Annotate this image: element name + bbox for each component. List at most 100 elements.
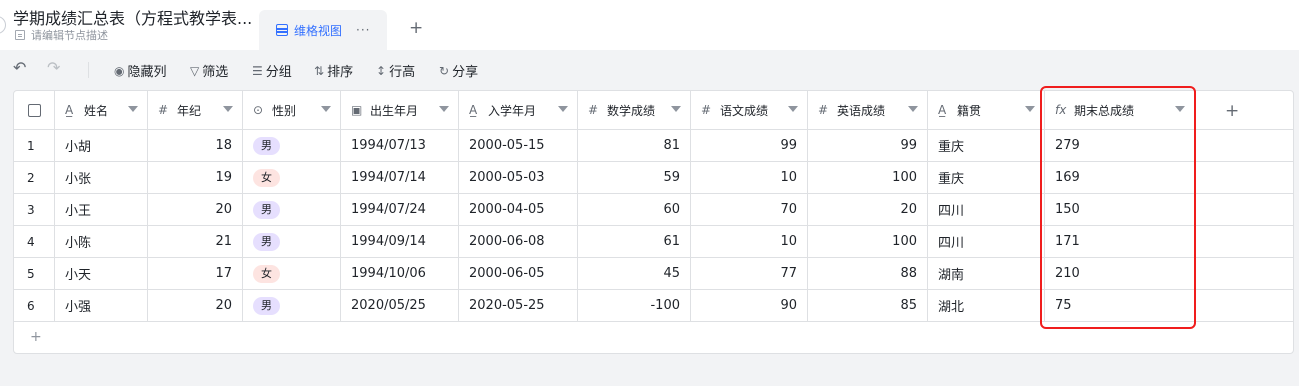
table-cell-english[interactable]: 100 [808,162,928,194]
sort-button[interactable]: ⇅ 排序 [314,61,353,81]
table-cell-gender[interactable]: 女 [243,258,341,290]
table-cell-enroll[interactable]: 2000-05-15 [459,130,578,162]
table-cell-enroll[interactable]: 2000-05-03 [459,162,578,194]
table-cell-chinese[interactable]: 99 [691,130,808,162]
collapse-toggle-icon[interactable] [0,16,6,34]
table-cell-age[interactable]: 17 [148,258,243,290]
table-cell-chinese[interactable]: 70 [691,194,808,226]
table-cell-enroll[interactable]: 2000-06-08 [459,226,578,258]
chevron-down-icon[interactable] [671,106,681,112]
table-cell-birth[interactable]: 2020/05/25 [341,290,459,322]
column-header-math[interactable]: # 数学成绩 [578,91,691,130]
filter-icon: ▽ [190,63,200,78]
table-cell-enroll[interactable]: 2000-06-05 [459,258,578,290]
table-cell-math[interactable]: -100 [578,290,691,322]
table-cell-english[interactable]: 20 [808,194,928,226]
chevron-down-icon[interactable] [558,106,568,112]
chevron-down-icon[interactable] [1025,106,1035,112]
chevron-down-icon[interactable] [908,106,918,112]
table-cell-birth[interactable]: 1994/07/24 [341,194,459,226]
table-cell-idx[interactable]: 5 [14,258,55,290]
table-cell-chinese[interactable]: 77 [691,258,808,290]
select-all-checkbox[interactable] [27,103,41,117]
filter-button[interactable]: ▽ 筛选 [190,61,228,81]
tab-more-icon[interactable]: ··· [356,23,370,37]
table-cell-english[interactable]: 85 [808,290,928,322]
column-header-age[interactable]: # 年纪 [148,91,243,130]
share-button[interactable]: ↻ 分享 [439,61,478,81]
table-cell-gender[interactable]: 女 [243,162,341,194]
hide-columns-label: 隐藏列 [127,65,167,80]
hide-columns-button[interactable]: ◉ 隐藏列 [114,61,167,81]
column-header-name[interactable]: A̲ 姓名 [55,91,148,130]
table-cell-enroll[interactable]: 2020-05-25 [459,290,578,322]
node-description[interactable]: 请编辑节点描述 [15,27,108,43]
table-cell-chinese[interactable]: 10 [691,226,808,258]
column-header-english[interactable]: # 英语成绩 [808,91,928,130]
chevron-down-icon[interactable] [439,106,449,112]
table-cell-name[interactable]: 小张 [55,162,148,194]
table-cell-name[interactable]: 小强 [55,290,148,322]
column-label: 英语成绩 [837,103,886,118]
table-cell-hometown[interactable]: 湖北 [928,290,1045,322]
table-cell-gender[interactable]: 男 [243,130,341,162]
select-all-header[interactable] [14,91,55,130]
tab-grid-view[interactable]: 维格视图 ··· [259,10,387,50]
table-cell-birth[interactable]: 1994/10/06 [341,258,459,290]
redo-icon[interactable]: ↷ [47,58,60,77]
undo-icon[interactable]: ↶ [13,58,26,77]
table-cell-english[interactable]: 99 [808,130,928,162]
column-header-enroll[interactable]: A̲ 入学年月 [459,91,578,130]
group-button[interactable]: ☰ 分组 [252,61,292,81]
table-cell-math[interactable]: 45 [578,258,691,290]
table-cell-name[interactable]: 小陈 [55,226,148,258]
table-cell-idx[interactable]: 1 [14,130,55,162]
table-cell-hometown[interactable]: 四川 [928,194,1045,226]
chevron-down-icon[interactable] [223,106,233,112]
column-header-gender[interactable]: ⊙ 性别 [243,91,341,130]
table-cell-idx[interactable]: 2 [14,162,55,194]
table-cell-idx[interactable]: 3 [14,194,55,226]
add-row-button[interactable]: + [30,329,42,345]
table-cell-chinese[interactable]: 90 [691,290,808,322]
chevron-down-icon[interactable] [321,106,331,112]
chevron-down-icon[interactable] [128,106,138,112]
table-cell-english[interactable]: 88 [808,258,928,290]
table-cell-age[interactable]: 20 [148,194,243,226]
row-height-button[interactable]: ↕ 行高 [376,61,415,81]
table-cell-age[interactable]: 19 [148,162,243,194]
table-cell-age[interactable]: 20 [148,290,243,322]
table-cell-gender[interactable]: 男 [243,194,341,226]
table-cell-name[interactable]: 小天 [55,258,148,290]
table-cell-chinese[interactable]: 10 [691,162,808,194]
table-cell-birth[interactable]: 1994/07/14 [341,162,459,194]
column-header-chinese[interactable]: # 语文成绩 [691,91,808,130]
text-field-icon: A̲ [938,103,947,117]
table-cell-math[interactable]: 59 [578,162,691,194]
column-header-birth[interactable]: ▣ 出生年月 [341,91,459,130]
table-cell-hometown[interactable]: 四川 [928,226,1045,258]
add-view-button[interactable]: + [409,18,423,38]
table-cell-hometown[interactable]: 重庆 [928,130,1045,162]
table-cell-idx[interactable]: 6 [14,290,55,322]
table-cell-hometown[interactable]: 湖南 [928,258,1045,290]
table-cell-hometown[interactable]: 重庆 [928,162,1045,194]
column-header-hometown[interactable]: A̲ 籍贯 [928,91,1045,130]
table-cell-idx[interactable]: 4 [14,226,55,258]
table-cell-math[interactable]: 81 [578,130,691,162]
table-cell-enroll[interactable]: 2000-04-05 [459,194,578,226]
table-cell-age[interactable]: 21 [148,226,243,258]
add-column-button[interactable]: + [1225,101,1239,121]
page-title[interactable]: 学期成绩汇总表（方程式教学表... [13,5,252,29]
table-cell-name[interactable]: 小胡 [55,130,148,162]
chevron-down-icon[interactable] [788,106,798,112]
table-cell-birth[interactable]: 1994/09/14 [341,226,459,258]
table-cell-age[interactable]: 18 [148,130,243,162]
table-cell-english[interactable]: 100 [808,226,928,258]
table-cell-math[interactable]: 60 [578,194,691,226]
table-cell-name[interactable]: 小王 [55,194,148,226]
table-cell-gender[interactable]: 男 [243,226,341,258]
table-cell-birth[interactable]: 1994/07/13 [341,130,459,162]
table-cell-gender[interactable]: 男 [243,290,341,322]
table-cell-math[interactable]: 61 [578,226,691,258]
